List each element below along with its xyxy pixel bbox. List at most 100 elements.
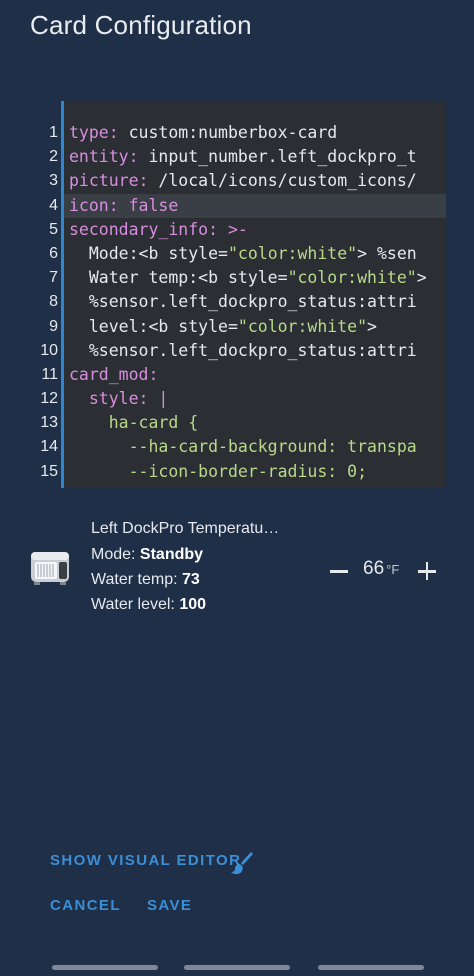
nav-home[interactable] [184, 965, 290, 970]
line-number: 11 [41, 365, 58, 383]
yaml-text-token: /local/icons/custom_icons/ [148, 171, 417, 191]
water-dock-device-icon [31, 552, 69, 585]
code-line[interactable]: Mode:<b style="color:white"> %sen [64, 242, 446, 266]
code-line[interactable]: entity: input_number.left_dockpro_t [64, 145, 446, 169]
yaml-text-token: Water temp:<b style= [88, 268, 288, 288]
increment-button[interactable] [416, 556, 438, 586]
yaml-key-token: secondary_info: [69, 219, 219, 239]
code-line[interactable]: --icon-border-radius: 0; [64, 460, 446, 484]
water-level-info: Water level: 100 [91, 592, 279, 617]
line-number: 6 [49, 244, 58, 262]
nav-back[interactable] [318, 965, 424, 970]
mode-info: Mode: Standby [91, 542, 279, 567]
yaml-string-token: "color:white" [237, 316, 368, 336]
line-number: 1 [49, 124, 58, 141]
line-number: 9 [49, 317, 58, 335]
yaml-key-token: picture: [69, 171, 149, 191]
code-line[interactable]: type: custom:numberbox-card [64, 121, 446, 145]
water-temp-value: 73 [181, 571, 200, 588]
decrement-button[interactable] [328, 556, 350, 586]
code-line[interactable]: secondary_info: >- [64, 218, 446, 242]
nav-recent-apps[interactable] [52, 965, 158, 970]
show-visual-editor-button[interactable]: SHOW VISUAL EDITOR [50, 852, 241, 869]
yaml-string-token: ha-card { [108, 413, 199, 433]
code-text: --ha-card-background: transpa [69, 435, 417, 459]
yaml-string-token: "color:white" [227, 243, 358, 263]
yaml-key-token: type: [69, 123, 119, 142]
yaml-key-token: entity: [69, 147, 139, 167]
code-line[interactable]: style: | [64, 387, 446, 411]
yaml-text-token: > %sen [357, 243, 417, 263]
code-text: %sensor.left_dockpro_status:attri [69, 290, 417, 314]
code-line[interactable]: ha-card { [64, 411, 446, 435]
water-temp-label: Water temp: [91, 571, 182, 588]
stepper-unit: °F [386, 562, 400, 577]
mode-label: Mode: [91, 546, 140, 563]
line-number: 14 [40, 438, 58, 456]
line-number: 5 [49, 220, 58, 238]
code-line[interactable]: %sensor.left_dockpro_status:attri [64, 290, 446, 314]
yaml-text-token: > [367, 316, 377, 336]
yaml-text-token: custom:numberbox-card [118, 123, 338, 142]
code-line[interactable]: Water temp:<b style="color:white"> [64, 266, 446, 290]
code-line[interactable]: %sensor.left_dockpro_status:attri [64, 339, 446, 363]
code-text: picture: /local/icons/custom_icons/ [69, 169, 417, 193]
entity-name[interactable]: Left DockPro Temperatu… [91, 516, 279, 542]
paint-brush-icon[interactable] [229, 850, 255, 876]
code-line[interactable]: level:<b style="color:white"> [64, 315, 446, 339]
line-number-gutter: 1 2 3 4 5 6 7 8 9 10 11 12 13 14 15 [30, 121, 58, 484]
code-text: --icon-border-radius: 0; [69, 460, 367, 484]
stepper-value: 66 °F [363, 558, 399, 580]
yaml-key-token: card_mod: [69, 364, 159, 384]
code-text: Water temp:<b style="color:white"> [69, 266, 427, 290]
code-line[interactable]: picture: /local/icons/custom_icons/ [64, 169, 446, 193]
yaml-text-token: %sensor.left_dockpro_status:attri [88, 340, 417, 360]
yaml-text-token: > [416, 268, 427, 288]
mode-value: Standby [139, 546, 204, 563]
yaml-text-token [148, 389, 158, 408]
yaml-key-token: | [158, 389, 169, 409]
page-title: Card Configuration [30, 10, 252, 40]
code-line[interactable]: --ha-card-background: transpa [64, 435, 446, 459]
line-number: 8 [49, 293, 58, 311]
card-info: Left DockPro Temperatu… Mode: Standby Wa… [91, 516, 279, 617]
line-number: 2 [49, 148, 58, 166]
cancel-button[interactable]: CANCEL [50, 897, 121, 914]
yaml-key-token: false [128, 195, 179, 215]
code-line-active[interactable]: icon: false [64, 193, 446, 218]
line-number: 12 [40, 390, 58, 408]
yaml-code-editor[interactable]: type: custom:numberbox-card entity: input… [61, 101, 446, 488]
yaml-key-token: style: [88, 389, 149, 409]
yaml-string-token: "color:white" [287, 268, 417, 288]
save-button[interactable]: SAVE [147, 897, 192, 914]
yaml-text-token: level:<b style= [88, 316, 238, 336]
line-number: 13 [40, 414, 58, 432]
yaml-key-token: icon: [69, 195, 119, 215]
water-level-label: Water level: [91, 596, 180, 613]
code-text: style: | [69, 387, 168, 411]
yaml-text-token [119, 196, 129, 215]
code-text: ha-card { [69, 411, 198, 435]
code-text: %sensor.left_dockpro_status:attri [69, 339, 417, 363]
line-number: 10 [40, 341, 58, 359]
yaml-key-token: >- [227, 219, 248, 239]
code-text: icon: false [69, 194, 178, 218]
yaml-text-token: %sensor.left_dockpro_status:attri [88, 292, 417, 312]
line-number: 3 [49, 172, 58, 190]
yaml-string-token: --ha-card-background: transpa [128, 437, 417, 457]
line-number: 7 [49, 269, 58, 287]
yaml-text-token [218, 220, 228, 239]
code-text: level:<b style="color:white"> [69, 315, 377, 339]
code-line[interactable]: card_mod: [64, 363, 446, 387]
code-lines[interactable]: type: custom:numberbox-card entity: input… [64, 121, 446, 484]
code-text: type: custom:numberbox-card [69, 121, 337, 145]
code-text: entity: input_number.left_dockpro_t [69, 145, 417, 169]
